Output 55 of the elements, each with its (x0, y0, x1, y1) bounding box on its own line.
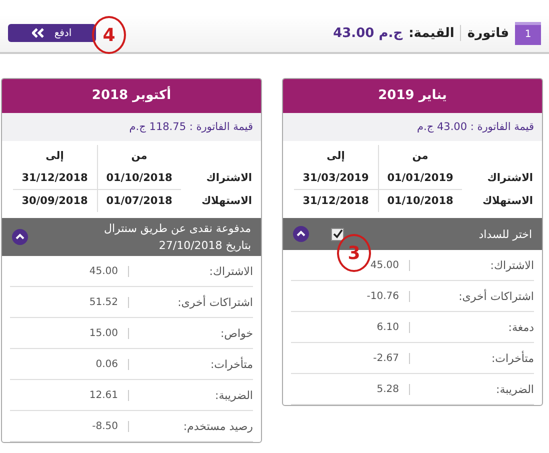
item-label: خواص: (219, 326, 253, 340)
date-cell: 31/03/2019 (302, 172, 369, 184)
month-title: يناير 2019 (283, 79, 542, 113)
item-value: 51.52 (10, 296, 129, 308)
period-label: الاشتراك (487, 172, 533, 184)
date-cell: 01/10/2018 (106, 172, 172, 184)
invoice-title: فاتورة (467, 26, 509, 40)
period-label: الاستهلاك (482, 194, 533, 207)
double-chevron-icon (32, 28, 44, 38)
item-value: 5.28 (291, 384, 410, 394)
date-cell: 30/09/2018 (22, 195, 88, 207)
item-value: 12.61 (10, 390, 129, 400)
item-label: دمغة: (507, 320, 534, 334)
status-text: بتاريخ 27/10/2018 (158, 239, 251, 252)
item-value: 45.00 (291, 260, 410, 270)
chevron-up-icon[interactable] (293, 226, 309, 242)
value-label: القيمة: (408, 26, 454, 40)
item-value: 6.10 (291, 322, 410, 332)
item-label: الضريبة: (494, 382, 534, 396)
date-cell: 31/12/2018 (22, 172, 88, 184)
column-header: إلى (326, 150, 345, 162)
item-value: -8.50 (10, 420, 129, 432)
item-label: اشتراكات أخرى: (458, 290, 534, 302)
invoice-value: ج.م 43.00 (333, 26, 403, 40)
item-label: متأخرات: (209, 358, 253, 370)
item-label: رصيد مستخدم: (182, 420, 253, 432)
invoice-badge: 1 (515, 22, 541, 44)
column-header: من (131, 150, 148, 162)
item-label: الاشتراك: (489, 258, 534, 272)
item-value: 15.00 (10, 328, 129, 338)
item-label: الاشتراك: (208, 264, 253, 278)
date-cell: 01/07/2018 (106, 195, 172, 207)
date-cell: 01/01/2019 (387, 172, 454, 184)
month-title: أكتوبر 2018 (2, 79, 261, 113)
status-text: اختر للسداد (478, 228, 532, 240)
column-header: من (412, 150, 428, 162)
date-cell: 31/12/2018 (302, 195, 369, 207)
period-label: الاشتراك (206, 172, 252, 184)
item-label: متأخرات: (490, 352, 534, 364)
bill-amount: قيمة الفاتورة : 43.00 ج.م (283, 113, 542, 141)
item-value: 0.06 (10, 358, 129, 370)
period-label: الاستهلاك (201, 194, 252, 207)
pay-button[interactable]: ادفع (8, 24, 96, 42)
status-text: مدفوعة نقدى عن طريق سنترال (102, 222, 251, 235)
item-value: -2.67 (291, 352, 410, 364)
bill-amount: قيمة الفاتورة : 118.75 ج.م (2, 113, 261, 141)
checkbox[interactable] (331, 228, 344, 240)
chevron-up-icon[interactable] (12, 229, 28, 245)
annotation-marker: 4 (92, 16, 126, 54)
item-value: 45.00 (10, 266, 129, 276)
column-header: إلى (46, 150, 64, 162)
item-label: اشتراكات أخرى: (176, 296, 253, 308)
item-value: -10.76 (291, 290, 410, 302)
date-cell: 01/10/2018 (387, 195, 454, 207)
item-label: الضريبة: (214, 388, 253, 402)
